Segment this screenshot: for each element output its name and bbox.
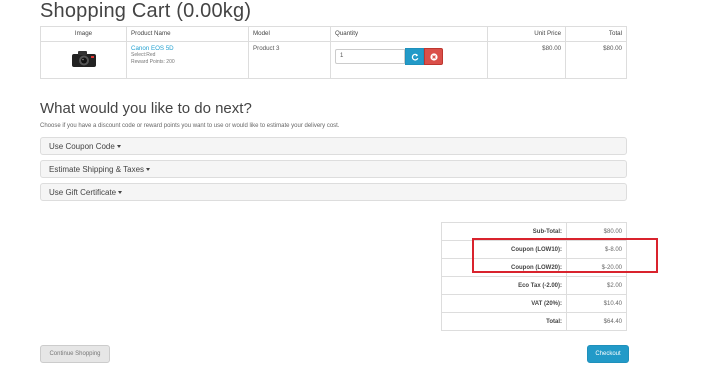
header-model: Model [248, 26, 331, 42]
total-cell: $80.00 [565, 41, 627, 79]
update-button[interactable] [405, 48, 424, 65]
quantity-cell: 1 [330, 41, 488, 79]
panel-gift-certificate[interactable]: Use Gift Certificate [40, 183, 627, 201]
caret-down-icon [118, 191, 123, 195]
totals-label: Sub-Total: [441, 222, 567, 241]
panel-coupon-code-label: Use Coupon Code [49, 142, 115, 151]
totals-row-coupon-low10: Coupon (LOW10): $-8.00 [441, 240, 627, 259]
totals-row-subtotal: Sub-Total: $80.00 [441, 222, 627, 241]
product-name-cell: Canon EOS 5D Select:Red Reward Points: 2… [126, 41, 249, 79]
caret-down-icon [116, 145, 121, 149]
table-row: Canon EOS 5D Select:Red Reward Points: 2… [40, 41, 627, 79]
totals-value: $10.40 [566, 294, 627, 313]
quantity-input[interactable]: 1 [335, 49, 405, 64]
totals-label: Eco Tax (-2.00): [441, 276, 567, 295]
cart-table: Image Product Name Model Quantity Unit P… [40, 26, 627, 79]
checkout-button[interactable]: Checkout [587, 345, 629, 363]
totals-value: $-8.00 [566, 240, 627, 259]
product-option: Select:Red [131, 52, 156, 58]
totals-value: $-20.00 [566, 258, 627, 277]
totals-label: Total: [441, 312, 567, 331]
next-steps-title: What would you like to do next? [40, 100, 252, 117]
product-model-cell: Product 3 [248, 41, 331, 79]
totals-value: $2.00 [566, 276, 627, 295]
panel-gift-certificate-label: Use Gift Certificate [49, 188, 117, 197]
totals-row-vat: VAT (20%): $10.40 [441, 294, 627, 313]
panel-estimate-shipping[interactable]: Estimate Shipping & Taxes [40, 160, 627, 178]
camera-icon[interactable] [71, 50, 97, 68]
header-image: Image [40, 26, 127, 42]
remove-button[interactable] [424, 48, 443, 65]
header-quantity: Quantity [330, 26, 488, 42]
product-name-link[interactable]: Canon EOS 5D [131, 45, 244, 52]
panel-estimate-shipping-label: Estimate Shipping & Taxes [49, 165, 145, 174]
totals-label: VAT (20%): [441, 294, 567, 313]
page-title: Shopping Cart (0.00kg) [40, 0, 252, 22]
totals-row-eco-tax: Eco Tax (-2.00): $2.00 [441, 276, 627, 295]
product-image-cell [40, 41, 127, 79]
totals-value: $80.00 [566, 222, 627, 241]
next-steps-subtitle: Choose if you have a discount code or re… [40, 123, 340, 129]
panel-coupon-code[interactable]: Use Coupon Code [40, 137, 627, 155]
header-unit-price: Unit Price [486, 26, 567, 42]
remove-icon [429, 52, 438, 61]
totals-table: Sub-Total: $80.00 Coupon (LOW10): $-8.00… [441, 222, 627, 331]
header-total: Total [565, 26, 627, 42]
totals-row-coupon-low20: Coupon (LOW20): $-20.00 [441, 258, 627, 277]
caret-down-icon [146, 168, 151, 172]
continue-shopping-button[interactable]: Continue Shopping [40, 345, 110, 363]
refresh-icon [411, 53, 418, 61]
product-reward-points: Reward Points: 200 [131, 59, 175, 65]
totals-value: $64.40 [566, 312, 627, 331]
totals-label: Coupon (LOW20): [441, 258, 567, 277]
unit-price-cell: $80.00 [486, 41, 567, 79]
header-product-name: Product Name [126, 26, 249, 42]
totals-row-total: Total: $64.40 [441, 312, 627, 331]
totals-label: Coupon (LOW10): [441, 240, 567, 259]
cart-header-row: Image Product Name Model Quantity Unit P… [40, 26, 627, 42]
